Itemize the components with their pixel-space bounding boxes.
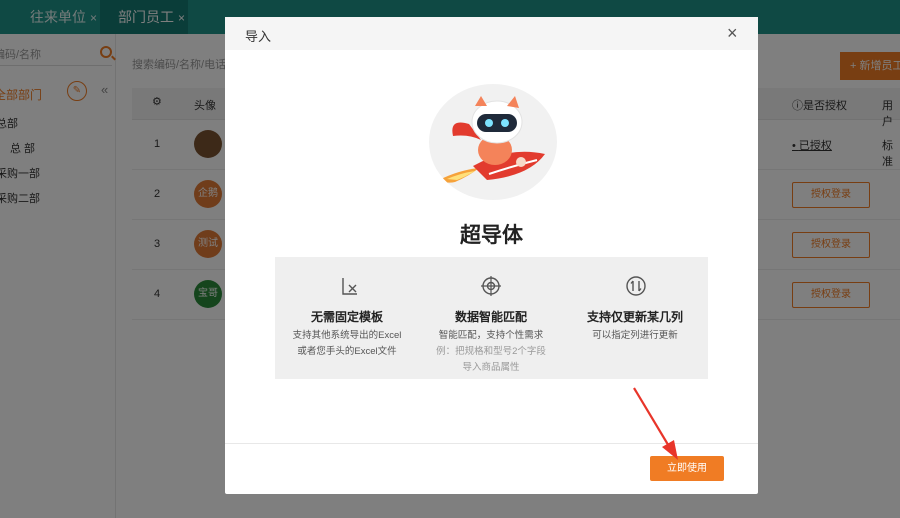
robot-rocket-illustration — [429, 84, 557, 200]
dialog-title: 导入 — [245, 29, 272, 44]
close-icon[interactable]: × — [727, 23, 738, 43]
feature-smart-match: 数据智能匹配 智能匹配，支持个性需求 例：把规格和型号2个字段 导入商品属性 — [419, 257, 563, 379]
target-icon — [481, 276, 501, 296]
feature-title: 数据智能匹配 — [454, 310, 527, 324]
feature-no-template: 无需固定模板 支持其他系统导出的Excel 或者您手头的Excel文件 — [275, 257, 419, 379]
feature-panel: 无需固定模板 支持其他系统导出的Excel 或者您手头的Excel文件 数据智能… — [275, 257, 708, 379]
feature-description: 智能匹配，支持个性需求 例：把规格和型号2个字段 导入商品属性 — [436, 330, 546, 373]
dialog-header: 导入 × — [225, 17, 758, 50]
feature-description: 支持其他系统导出的Excel 或者您手头的Excel文件 — [292, 330, 402, 357]
feature-title: 支持仅更新某几列 — [586, 310, 683, 324]
feature-description: 可以指定列进行更新 — [592, 330, 678, 341]
dialog-footer-divider — [225, 443, 758, 444]
sort-icon — [626, 276, 646, 296]
product-name: 超导体 — [460, 224, 523, 247]
use-now-button[interactable]: 立即使用 — [650, 456, 724, 481]
no-template-icon — [342, 278, 357, 295]
feature-title: 无需固定模板 — [310, 310, 383, 324]
import-dialog: 导入 × 超导体 无需固定模板 支持其他系统导出的Excel 或者您手头的Exc… — [225, 17, 758, 494]
feature-partial-update: 支持仅更新某几列 可以指定列进行更新 — [563, 257, 707, 379]
